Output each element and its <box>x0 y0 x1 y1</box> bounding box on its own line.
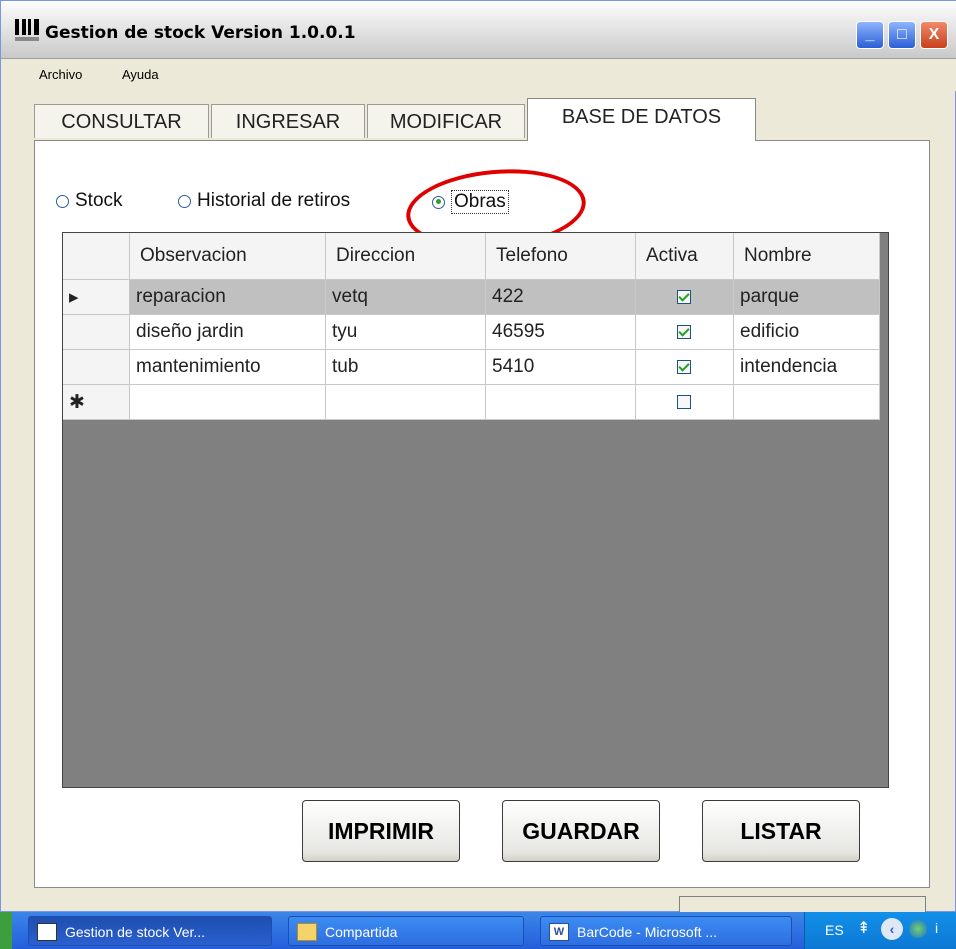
cell-telefono[interactable]: 5410 <box>485 349 636 385</box>
cell-observacion[interactable]: mantenimiento <box>129 349 326 385</box>
taskbar-item-label: Compartida <box>325 924 398 940</box>
row-header[interactable] <box>63 349 130 385</box>
radio-historial-label: Historial de retiros <box>197 190 351 211</box>
cell-nombre[interactable]: intendencia <box>733 349 880 385</box>
listar-button[interactable]: LISTAR <box>702 800 860 862</box>
grid-corner-header[interactable] <box>63 233 130 280</box>
system-tray: ES ⇞ ‹ i <box>804 912 956 949</box>
radio-stock-indicator[interactable] <box>56 194 69 208</box>
minimize-button[interactable]: _ <box>856 21 884 49</box>
cell-direccion[interactable]: tub <box>325 349 486 385</box>
input-options-icon[interactable]: ⇞ <box>857 918 870 938</box>
checkbox-activa[interactable] <box>677 324 691 339</box>
network-icon[interactable] <box>909 920 927 938</box>
taskbar: Gestion de stock Ver... Compartida W Bar… <box>0 912 956 949</box>
table-row[interactable]: mantenimiento tub 5410 intendencia <box>63 349 880 385</box>
col-header-direccion[interactable]: Direccion <box>325 233 486 280</box>
word-document-icon: W <box>549 923 569 941</box>
taskbar-item-gestion[interactable]: Gestion de stock Ver... <box>28 916 272 946</box>
guardar-button[interactable]: GUARDAR <box>502 800 660 862</box>
cell-activa[interactable] <box>635 314 734 350</box>
col-header-nombre[interactable]: Nombre <box>733 233 880 280</box>
col-header-activa[interactable]: Activa <box>635 233 734 280</box>
table-row[interactable]: diseño jardin tyu 46595 edificio <box>63 314 880 350</box>
start-button-edge[interactable] <box>0 912 12 949</box>
cell-telefono[interactable]: 422 <box>485 279 636 315</box>
radio-stock-label: Stock <box>75 190 123 211</box>
menu-bar: Archivo Ayuda <box>1 59 956 91</box>
cell-telefono[interactable] <box>485 384 636 420</box>
barcode-icon <box>37 923 57 941</box>
cell-observacion[interactable] <box>129 384 326 420</box>
tab-ingresar[interactable]: INGRESAR <box>211 104 365 138</box>
title-bar: Gestion de stock Version 1.0.0.1 _ □ X <box>1 1 956 59</box>
new-row[interactable]: ✱ <box>63 384 880 420</box>
taskbar-item-barcode[interactable]: W BarCode - Microsoft ... <box>540 916 792 946</box>
taskbar-item-compartida[interactable]: Compartida <box>288 916 524 946</box>
cell-observacion[interactable]: diseño jardin <box>129 314 326 350</box>
cell-telefono[interactable]: 46595 <box>485 314 636 350</box>
taskbar-item-label: BarCode - Microsoft ... <box>577 924 718 940</box>
barcode-app-icon <box>15 19 39 41</box>
cell-direccion[interactable]: tyu <box>325 314 486 350</box>
menu-archivo[interactable]: Archivo <box>39 67 82 82</box>
cell-activa[interactable] <box>635 279 734 315</box>
cell-nombre[interactable]: edificio <box>733 314 880 350</box>
cell-activa[interactable] <box>635 384 734 420</box>
tab-consultar[interactable]: CONSULTAR <box>34 104 209 138</box>
radio-historial[interactable]: Historial de retiros <box>178 190 350 212</box>
tab-modificar[interactable]: MODIFICAR <box>367 104 525 138</box>
cell-nombre[interactable]: parque <box>733 279 880 315</box>
window-title: Gestion de stock Version 1.0.0.1 <box>45 23 356 43</box>
table-row[interactable]: ▸ reparacion vetq 422 parque <box>63 279 880 315</box>
cell-observacion[interactable]: reparacion <box>129 279 326 315</box>
data-grid[interactable]: Observacion Direccion Telefono Activa No… <box>62 232 889 788</box>
grid-table: Observacion Direccion Telefono Activa No… <box>63 233 880 420</box>
collapse-tray-icon[interactable]: ‹ <box>881 918 903 940</box>
taskbar-item-label: Gestion de stock Ver... <box>65 924 206 940</box>
status-field <box>679 896 926 913</box>
row-header-new[interactable]: ✱ <box>63 384 130 420</box>
tray-info-icon[interactable]: i <box>935 920 938 936</box>
language-indicator[interactable]: ES <box>825 922 844 938</box>
radio-historial-indicator[interactable] <box>178 194 191 208</box>
grid-header-row: Observacion Direccion Telefono Activa No… <box>63 233 880 280</box>
col-header-telefono[interactable]: Telefono <box>485 233 636 280</box>
cell-activa[interactable] <box>635 349 734 385</box>
cell-direccion[interactable]: vetq <box>325 279 486 315</box>
row-header-current[interactable]: ▸ <box>63 279 130 315</box>
menu-ayuda[interactable]: Ayuda <box>122 67 159 82</box>
row-header[interactable] <box>63 314 130 350</box>
close-button[interactable]: X <box>920 21 948 49</box>
folder-icon <box>297 923 317 941</box>
maximize-button[interactable]: □ <box>888 21 916 49</box>
checkbox-activa[interactable] <box>677 394 691 409</box>
col-header-observacion[interactable]: Observacion <box>129 233 326 280</box>
radio-stock[interactable]: Stock <box>56 190 123 212</box>
cell-direccion[interactable] <box>325 384 486 420</box>
imprimir-button[interactable]: IMPRIMIR <box>302 800 460 862</box>
cell-nombre[interactable] <box>733 384 880 420</box>
checkbox-activa[interactable] <box>677 359 691 374</box>
checkbox-activa[interactable] <box>677 289 691 304</box>
tab-base-de-datos[interactable]: BASE DE DATOS <box>527 98 756 141</box>
